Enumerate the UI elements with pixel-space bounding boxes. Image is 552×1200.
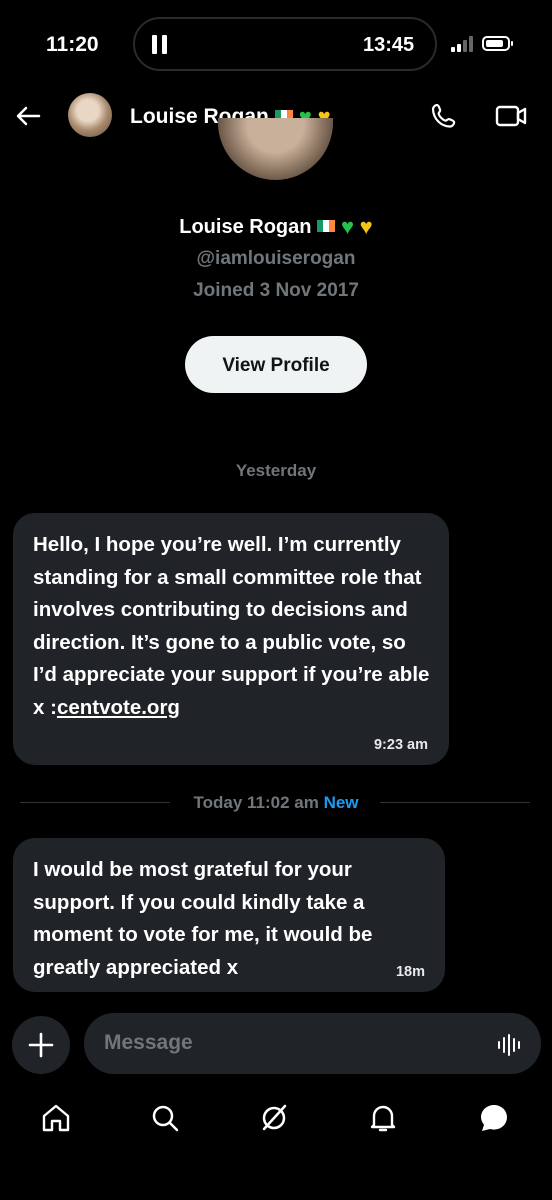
battery-icon (482, 36, 513, 51)
message-bubble[interactable]: I would be most grateful for your suppor… (13, 838, 445, 992)
profile-handle: @iamlouiserogan (196, 248, 356, 269)
profile-joined-date: Joined 3 Nov 2017 (193, 280, 359, 301)
view-profile-button[interactable]: View Profile (185, 336, 367, 393)
profile-name-text: Louise Rogan (179, 216, 312, 238)
phone-icon[interactable] (428, 100, 460, 132)
signal-icon (451, 36, 475, 52)
status-time-right: 13:45 (363, 34, 415, 56)
message-placeholder: Message (104, 1031, 193, 1054)
message-text: I would be most grateful for your suppor… (33, 858, 373, 979)
back-arrow-icon[interactable] (14, 102, 42, 130)
add-attachment-button[interactable] (12, 1016, 70, 1074)
grok-icon[interactable] (256, 1100, 292, 1136)
header-avatar[interactable] (68, 93, 112, 137)
yellow-heart-icon: ♥ (359, 214, 373, 239)
green-heart-icon: ♥ (341, 214, 355, 239)
new-messages-separator: Today 11:02 am New (0, 793, 552, 813)
pause-icon[interactable] (152, 35, 168, 54)
status-time-left: 11:20 (46, 33, 99, 56)
voice-message-icon[interactable] (496, 1032, 522, 1058)
video-camera-icon[interactable] (494, 102, 528, 130)
search-icon[interactable] (147, 1100, 183, 1136)
message-bubble[interactable]: Hello, I hope you’re well. I’m currently… (13, 513, 449, 765)
ireland-flag-icon (317, 220, 336, 232)
messages-icon[interactable] (476, 1100, 512, 1136)
new-badge: New (323, 793, 359, 812)
message-timestamp: 18m (395, 964, 425, 980)
message-timestamp: 9:23 am (373, 737, 428, 753)
profile-name: Louise Rogan ♥ ♥ (0, 214, 552, 240)
message-text: Hello, I hope you’re well. I’m currently… (33, 529, 433, 724)
message-link[interactable]: centvote.org (57, 696, 180, 719)
message-body: Hello, I hope you’re well. I’m currently… (33, 533, 430, 719)
plus-icon (28, 1032, 54, 1058)
separator-label: Today 11:02 am (193, 793, 319, 812)
day-separator: Yesterday (235, 461, 317, 480)
profile-avatar[interactable] (218, 118, 333, 180)
notifications-icon[interactable] (365, 1100, 401, 1136)
home-icon[interactable] (38, 1100, 74, 1136)
